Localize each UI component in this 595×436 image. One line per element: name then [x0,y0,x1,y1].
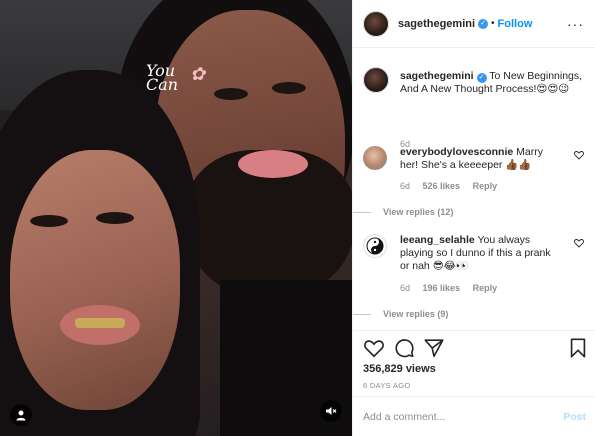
speaker-muted-icon [326,407,337,415]
photo-shape [30,215,68,227]
user-icon [16,410,26,421]
comment-meta: 6d 196 likes Reply [400,283,507,293]
sticker-text: You Can [146,61,179,94]
post-modal: You Can ✿ sagethegemini ✓ • Follow ··· s… [0,0,595,436]
comment-text: everybodylovesconnie Marry her! She's a … [400,146,560,172]
mute-button[interactable] [320,400,342,422]
separator-dot: • [491,18,495,29]
verified-icon: ✓ [478,18,489,29]
comment-time[interactable]: 6d [400,181,410,191]
action-bar: 356,829 views 6 DAYS AGO [353,330,595,400]
avatar[interactable] [363,146,387,170]
avatar[interactable] [363,10,389,37]
comment-text: leeang_selahle You always playing so I d… [400,234,560,273]
avatar[interactable] [363,67,389,93]
tagged-users-button[interactable] [10,404,32,426]
more-options-icon[interactable]: ··· [567,16,584,32]
bookmark-icon[interactable] [567,337,589,359]
comment-username[interactable]: leeang_selahle [400,234,475,246]
divider [353,211,371,213]
header-username[interactable]: sagethegemini [398,18,475,30]
post-header: sagethegemini ✓ • Follow ··· [353,0,595,48]
view-replies-button[interactable]: View replies (9) [353,309,448,319]
comment-meta: 6d 526 likes Reply [400,181,507,191]
add-comment-bar: Post [353,396,595,436]
yin-yang-icon [366,237,384,255]
share-icon[interactable] [423,337,445,359]
divider [353,313,371,315]
reply-button[interactable]: Reply [473,283,498,293]
comment-username[interactable]: everybodylovesconnie [400,146,513,158]
comment-likes[interactable]: 196 likes [423,283,461,293]
caption-username[interactable]: sagethegemini [400,70,474,82]
post-video[interactable]: You Can ✿ [0,0,352,436]
verified-icon: ✓ [476,73,487,83]
comment-icon[interactable] [393,337,415,359]
caption-text: sagethegemini ✓ To New Beginnings, And A … [400,70,585,96]
photo-shape [272,82,306,94]
comment-input[interactable] [363,410,564,423]
post-details-panel: sagethegemini ✓ • Follow ··· sagethegemi… [352,0,595,436]
you-can-sticker: You Can ✿ [146,61,205,94]
photo-shape [75,318,125,328]
comment-likes[interactable]: 526 likes [423,181,461,191]
post-button[interactable]: Post [563,411,586,423]
flower-icon: ✿ [190,64,206,85]
photo-shape [238,150,308,178]
reply-button[interactable]: Reply [473,181,498,191]
heart-icon[interactable] [574,150,584,160]
heart-icon[interactable] [363,337,385,359]
photo-shape [214,88,248,100]
post-age[interactable]: 6 DAYS AGO [363,381,410,390]
view-replies-button[interactable]: View replies (12) [353,207,453,217]
comment-time[interactable]: 6d [400,283,410,293]
heart-icon[interactable] [574,238,584,248]
follow-button[interactable]: Follow [498,18,533,30]
photo-shape [96,212,134,224]
comments-list[interactable]: sagethegemini ✓ To New Beginnings, And A … [353,49,595,329]
avatar[interactable] [363,234,387,258]
view-replies-label: View replies (12) [383,207,454,217]
view-replies-label: View replies (9) [383,309,449,319]
view-count[interactable]: 356,829 views [363,363,436,375]
photo-shape [10,150,180,410]
